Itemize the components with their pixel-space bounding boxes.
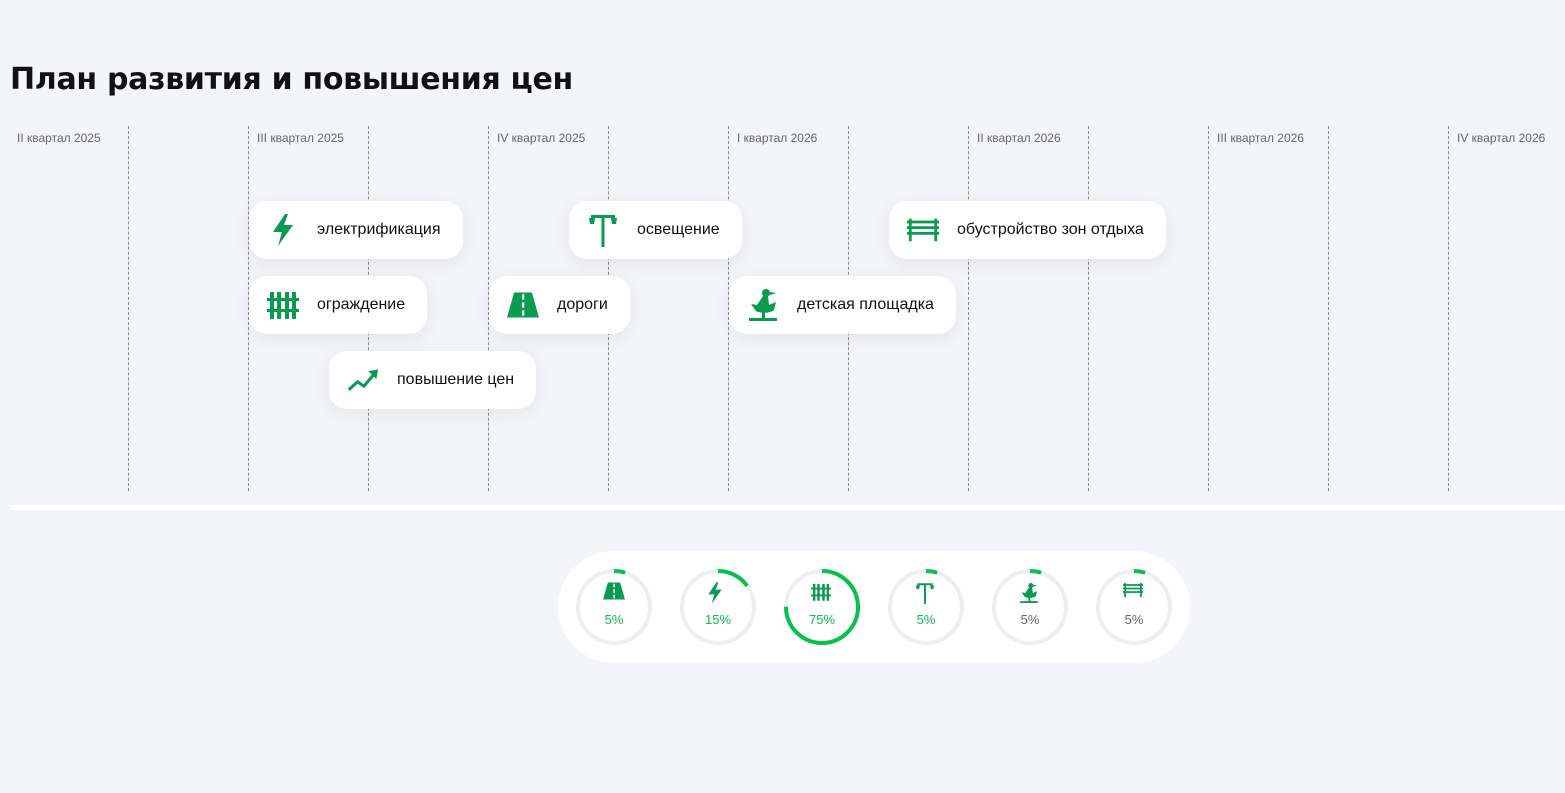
- rocking-duck-icon: [747, 289, 779, 321]
- task-chip-roads[interactable]: дороги: [489, 276, 630, 334]
- progress-percent: 5%: [604, 612, 624, 627]
- timeline-divider: [968, 126, 969, 491]
- quarter-label: IV квартал 2025: [497, 131, 586, 145]
- progress-item-fencing[interactable]: 75%: [783, 568, 861, 646]
- task-chip-lighting[interactable]: освещение: [569, 201, 742, 259]
- progress-percent: 5%: [916, 612, 936, 627]
- fence-icon: [811, 582, 833, 604]
- road-icon: [603, 582, 625, 604]
- timeline-divider: [1208, 126, 1209, 491]
- bench-icon: [1123, 582, 1145, 604]
- streetlight-icon: [915, 582, 937, 604]
- quarter-label: III квартал 2025: [257, 131, 344, 145]
- task-label: детская площадка: [797, 296, 934, 313]
- lightning-icon: [267, 214, 299, 246]
- progress-percent: 5%: [1124, 612, 1144, 627]
- progress-percent: 75%: [808, 612, 836, 627]
- timeline-divider: [128, 126, 129, 491]
- task-label: повышение цен: [397, 371, 515, 388]
- rocking-duck-icon: [1019, 582, 1041, 604]
- timeline-divider: [1328, 126, 1329, 491]
- progress-percent: 15%: [704, 612, 732, 627]
- task-label: дороги: [557, 296, 608, 313]
- task-chip-electrification[interactable]: электрификация: [249, 201, 463, 259]
- timeline-divider: [1088, 126, 1089, 491]
- progress-item-electrification[interactable]: 15%: [679, 568, 757, 646]
- task-chip-recreation-areas[interactable]: обустройство зон отдыха: [889, 201, 1166, 259]
- timeline: II квартал 2025 III квартал 2025 IV квар…: [0, 0, 1565, 793]
- timeline-divider: [1448, 126, 1449, 491]
- task-label: освещение: [637, 221, 720, 238]
- progress-item-roads[interactable]: 5%: [575, 568, 653, 646]
- progress-panel: 5% 15% 75% 5% 5% 5%: [558, 551, 1190, 663]
- progress-percent: 5%: [1020, 612, 1040, 627]
- task-label: ограждение: [317, 296, 406, 313]
- streetlight-icon: [587, 214, 619, 247]
- quarter-label: III квартал 2026: [1217, 131, 1304, 145]
- progress-item-recreation-areas[interactable]: 5%: [1095, 568, 1173, 646]
- timeline-baseline: [10, 505, 1565, 510]
- task-label: электрификация: [317, 221, 441, 238]
- fence-icon: [267, 289, 299, 321]
- road-icon: [507, 289, 539, 321]
- progress-item-playground[interactable]: 5%: [991, 568, 1069, 646]
- task-chip-fencing[interactable]: ограждение: [249, 276, 428, 334]
- trend-up-icon: [347, 364, 379, 396]
- lightning-icon: [707, 582, 729, 604]
- bench-icon: [907, 214, 939, 246]
- task-label: обустройство зон отдыха: [957, 221, 1144, 238]
- progress-item-lighting[interactable]: 5%: [887, 568, 965, 646]
- task-chip-playground[interactable]: детская площадка: [729, 276, 956, 334]
- quarter-label: II квартал 2026: [977, 131, 1061, 145]
- quarter-label: II квартал 2025: [17, 131, 101, 145]
- quarter-label: I квартал 2026: [737, 131, 818, 145]
- quarter-label: IV квартал 2026: [1457, 131, 1546, 145]
- task-chip-price-increase[interactable]: повышение цен: [329, 351, 537, 409]
